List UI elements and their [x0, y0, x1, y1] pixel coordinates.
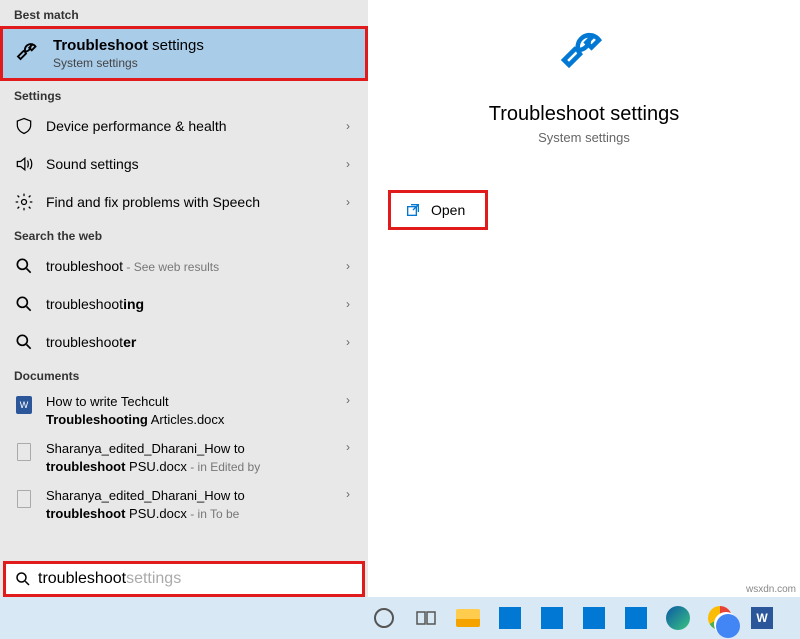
results-panel: Best match Troubleshoot settings System …	[0, 0, 368, 597]
chevron-right-icon: ›	[346, 335, 354, 349]
chevron-right-icon: ›	[346, 119, 354, 133]
web-item-troubleshooter[interactable]: troubleshooter ›	[0, 323, 368, 361]
document-item[interactable]: Sharanya_edited_Dharani_How to troublesh…	[0, 434, 368, 481]
task-view-icon[interactable]	[412, 604, 440, 632]
search-icon	[14, 570, 32, 588]
settings-icon	[14, 192, 34, 212]
best-match-title: Troubleshoot settings	[53, 37, 204, 54]
settings-item-sound[interactable]: Sound settings ›	[0, 145, 368, 183]
outlook-icon[interactable]	[496, 604, 524, 632]
best-match-item[interactable]: Troubleshoot settings System settings	[0, 26, 368, 81]
settings-item-speech[interactable]: Find and fix problems with Speech ›	[0, 183, 368, 221]
file-explorer-icon[interactable]	[454, 604, 482, 632]
chevron-right-icon: ›	[346, 393, 354, 407]
detail-title: Troubleshoot settings	[489, 103, 679, 126]
watermark: wsxdn.com	[746, 584, 796, 595]
store-icon[interactable]	[580, 604, 608, 632]
taskbar: W	[0, 597, 800, 639]
web-item-troubleshooting[interactable]: troubleshooting ›	[0, 285, 368, 323]
settings-item-device-performance[interactable]: Device performance & health ›	[0, 107, 368, 145]
best-match-subtitle: System settings	[53, 56, 204, 70]
wrench-icon	[13, 39, 43, 69]
documents-header: Documents	[0, 361, 368, 387]
search-icon	[14, 256, 34, 276]
chevron-right-icon: ›	[346, 297, 354, 311]
search-typed: troubleshoot	[38, 570, 126, 588]
app-icon[interactable]	[622, 604, 650, 632]
doc-icon	[14, 489, 34, 509]
web-header: Search the web	[0, 221, 368, 247]
web-item-troubleshoot[interactable]: troubleshoot - See web results ›	[0, 247, 368, 285]
chevron-right-icon: ›	[346, 487, 354, 501]
search-suggestion: settings	[126, 570, 181, 588]
speaker-icon	[14, 154, 34, 174]
chevron-right-icon: ›	[346, 195, 354, 209]
wrench-icon-large	[554, 25, 614, 85]
chevron-right-icon: ›	[346, 440, 354, 454]
settings-header: Settings	[0, 81, 368, 107]
mail-icon[interactable]	[538, 604, 566, 632]
doc-icon	[14, 442, 34, 462]
search-icon	[14, 294, 34, 314]
detail-subtitle: System settings	[538, 130, 630, 145]
open-button[interactable]: Open	[388, 190, 488, 230]
word-doc-icon: W	[14, 395, 34, 415]
open-icon	[405, 202, 421, 218]
best-match-header: Best match	[0, 0, 368, 26]
detail-panel: Troubleshoot settings System settings Op…	[368, 0, 800, 597]
search-icon	[14, 332, 34, 352]
chevron-right-icon: ›	[346, 259, 354, 273]
cortana-icon[interactable]	[370, 604, 398, 632]
edge-icon[interactable]	[664, 604, 692, 632]
document-item[interactable]: W How to write Techcult Troubleshooting …	[0, 387, 368, 434]
shield-icon	[14, 116, 34, 136]
chrome-icon[interactable]	[706, 604, 734, 632]
word-icon[interactable]: W	[748, 604, 776, 632]
chevron-right-icon: ›	[346, 157, 354, 171]
document-item[interactable]: Sharanya_edited_Dharani_How to troublesh…	[0, 481, 368, 528]
search-box[interactable]: troubleshoot settings	[3, 561, 365, 597]
